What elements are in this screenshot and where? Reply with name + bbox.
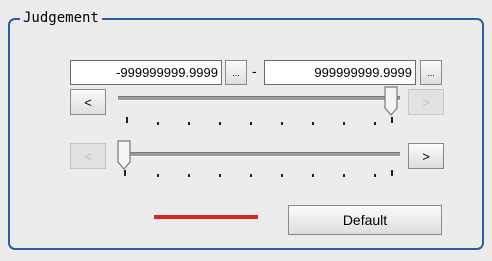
- lower-limit-input[interactable]: -999999999.9999: [70, 60, 222, 85]
- judgement-panel: Judgement -999999999.9999 ... - 99999999…: [0, 0, 492, 261]
- upper-slider-thumb[interactable]: [384, 86, 400, 118]
- judgement-color-indicator: [154, 215, 258, 219]
- lower-slider-thumb[interactable]: [117, 140, 133, 172]
- upper-limit-browse-button[interactable]: ...: [420, 60, 442, 85]
- upper-slider-increase-button[interactable]: >: [408, 89, 444, 115]
- upper-slider-track[interactable]: [118, 96, 400, 101]
- lower-slider-decrease-button[interactable]: <: [70, 143, 106, 169]
- lower-limit-browse-button[interactable]: ...: [225, 60, 247, 85]
- default-button[interactable]: Default: [288, 205, 442, 235]
- upper-limit-input[interactable]: 999999999.9999: [264, 60, 416, 85]
- lower-slider-track[interactable]: [118, 152, 400, 157]
- group-title: Judgement: [20, 10, 102, 26]
- lower-slider-increase-button[interactable]: >: [408, 143, 444, 169]
- upper-slider-decrease-button[interactable]: <: [70, 89, 106, 115]
- range-separator: -: [252, 63, 257, 79]
